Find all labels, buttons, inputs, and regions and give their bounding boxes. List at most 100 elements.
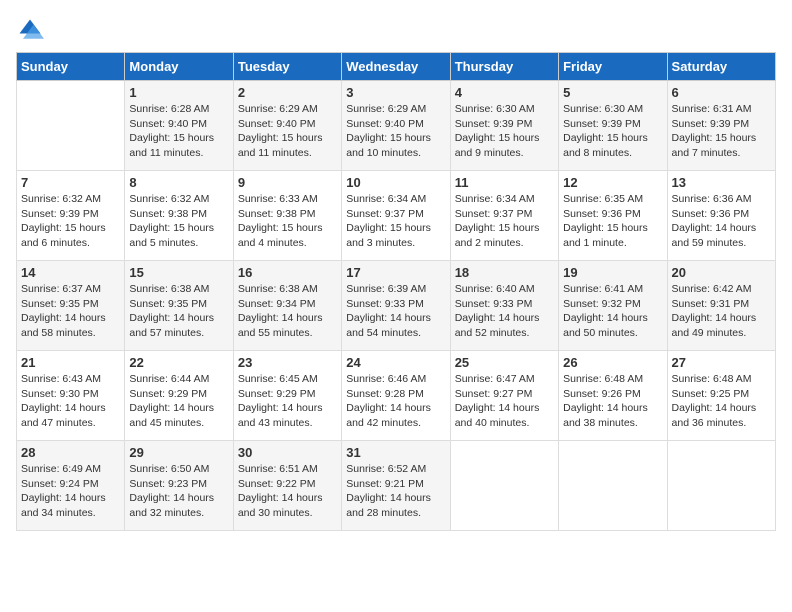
day-number: 30 bbox=[238, 445, 337, 460]
day-info: Sunrise: 6:37 AM Sunset: 9:35 PM Dayligh… bbox=[21, 282, 120, 341]
day-cell: 30Sunrise: 6:51 AM Sunset: 9:22 PM Dayli… bbox=[233, 441, 341, 531]
day-cell: 18 Sunrise: 6:40 AM Sunset: 9:33 PM Dayli… bbox=[450, 261, 558, 351]
day-number: 21 bbox=[21, 355, 120, 370]
day-cell: 28 Sunrise: 6:49 AM Sunset: 9:24 PM Dayli… bbox=[17, 441, 125, 531]
day-cell: 19 Sunrise: 6:41 AM Sunset: 9:32 PM Dayli… bbox=[559, 261, 667, 351]
day-number: 29 bbox=[129, 445, 228, 460]
day-info: Sunrise: 6:45 AM Sunset: 9:29 PM Dayligh… bbox=[238, 372, 337, 431]
day-number: 23 bbox=[238, 355, 337, 370]
day-info: Sunrise: 6:35 AM Sunset: 9:36 PM Dayligh… bbox=[563, 192, 662, 251]
day-info: Sunrise: 6:49 AM Sunset: 9:24 PM Dayligh… bbox=[21, 462, 120, 521]
day-cell bbox=[17, 81, 125, 171]
day-cell: 29 Sunrise: 6:50 AM Sunset: 9:23 PM Dayli… bbox=[125, 441, 233, 531]
calendar-body: 1 Sunrise: 6:28 AM Sunset: 9:40 PM Daylig… bbox=[17, 81, 776, 531]
day-number: 5 bbox=[563, 85, 662, 100]
day-cell: 6Sunrise: 6:31 AM Sunset: 9:39 PM Daylig… bbox=[667, 81, 775, 171]
day-cell: 8Sunrise: 6:32 AM Sunset: 9:38 PM Daylig… bbox=[125, 171, 233, 261]
day-info: Sunrise: 6:30 AM Sunset: 9:39 PM Dayligh… bbox=[455, 102, 554, 161]
day-cell: 14 Sunrise: 6:37 AM Sunset: 9:35 PM Dayli… bbox=[17, 261, 125, 351]
day-cell bbox=[667, 441, 775, 531]
week-row-1: 1 Sunrise: 6:28 AM Sunset: 9:40 PM Daylig… bbox=[17, 81, 776, 171]
day-number: 28 bbox=[21, 445, 120, 460]
day-number: 3 bbox=[346, 85, 445, 100]
day-cell bbox=[450, 441, 558, 531]
day-info: Sunrise: 6:32 AM Sunset: 9:39 PM Dayligh… bbox=[21, 192, 120, 251]
day-number: 24 bbox=[346, 355, 445, 370]
day-cell: 24 Sunrise: 6:46 AM Sunset: 9:28 PM Dayli… bbox=[342, 351, 450, 441]
day-info: Sunrise: 6:34 AM Sunset: 9:37 PM Dayligh… bbox=[455, 192, 554, 251]
day-cell: 20 Sunrise: 6:42 AM Sunset: 9:31 PM Dayli… bbox=[667, 261, 775, 351]
week-row-5: 28 Sunrise: 6:49 AM Sunset: 9:24 PM Dayli… bbox=[17, 441, 776, 531]
header-cell-tuesday: Tuesday bbox=[233, 53, 341, 81]
day-info: Sunrise: 6:40 AM Sunset: 9:33 PM Dayligh… bbox=[455, 282, 554, 341]
day-number: 15 bbox=[129, 265, 228, 280]
week-row-2: 7 Sunrise: 6:32 AM Sunset: 9:39 PM Daylig… bbox=[17, 171, 776, 261]
day-number: 27 bbox=[672, 355, 771, 370]
day-number: 22 bbox=[129, 355, 228, 370]
day-info: Sunrise: 6:46 AM Sunset: 9:28 PM Dayligh… bbox=[346, 372, 445, 431]
day-cell: 23 Sunrise: 6:45 AM Sunset: 9:29 PM Dayli… bbox=[233, 351, 341, 441]
day-info: Sunrise: 6:52 AM Sunset: 9:21 PM Dayligh… bbox=[346, 462, 445, 521]
day-number: 2 bbox=[238, 85, 337, 100]
day-number: 14 bbox=[21, 265, 120, 280]
day-info: Sunrise: 6:30 AM Sunset: 9:39 PM Dayligh… bbox=[563, 102, 662, 161]
day-info: Sunrise: 6:38 AM Sunset: 9:35 PM Dayligh… bbox=[129, 282, 228, 341]
day-cell: 27Sunrise: 6:48 AM Sunset: 9:25 PM Dayli… bbox=[667, 351, 775, 441]
day-number: 16 bbox=[238, 265, 337, 280]
day-cell: 15 Sunrise: 6:38 AM Sunset: 9:35 PM Dayli… bbox=[125, 261, 233, 351]
day-number: 12 bbox=[563, 175, 662, 190]
day-number: 13 bbox=[672, 175, 771, 190]
day-number: 18 bbox=[455, 265, 554, 280]
calendar-table: SundayMondayTuesdayWednesdayThursdayFrid… bbox=[16, 52, 776, 531]
day-info: Sunrise: 6:39 AM Sunset: 9:33 PM Dayligh… bbox=[346, 282, 445, 341]
calendar-header: SundayMondayTuesdayWednesdayThursdayFrid… bbox=[17, 53, 776, 81]
day-number: 20 bbox=[672, 265, 771, 280]
day-cell: 26Sunrise: 6:48 AM Sunset: 9:26 PM Dayli… bbox=[559, 351, 667, 441]
header-cell-friday: Friday bbox=[559, 53, 667, 81]
day-info: Sunrise: 6:34 AM Sunset: 9:37 PM Dayligh… bbox=[346, 192, 445, 251]
day-cell: 31 Sunrise: 6:52 AM Sunset: 9:21 PM Dayli… bbox=[342, 441, 450, 531]
day-info: Sunrise: 6:36 AM Sunset: 9:36 PM Dayligh… bbox=[672, 192, 771, 251]
day-number: 4 bbox=[455, 85, 554, 100]
day-number: 17 bbox=[346, 265, 445, 280]
day-cell: 10 Sunrise: 6:34 AM Sunset: 9:37 PM Dayli… bbox=[342, 171, 450, 261]
day-info: Sunrise: 6:43 AM Sunset: 9:30 PM Dayligh… bbox=[21, 372, 120, 431]
day-cell: 16 Sunrise: 6:38 AM Sunset: 9:34 PM Dayli… bbox=[233, 261, 341, 351]
day-number: 10 bbox=[346, 175, 445, 190]
day-number: 19 bbox=[563, 265, 662, 280]
day-number: 25 bbox=[455, 355, 554, 370]
day-cell: 4 Sunrise: 6:30 AM Sunset: 9:39 PM Daylig… bbox=[450, 81, 558, 171]
day-cell: 1 Sunrise: 6:28 AM Sunset: 9:40 PM Daylig… bbox=[125, 81, 233, 171]
day-cell: 7 Sunrise: 6:32 AM Sunset: 9:39 PM Daylig… bbox=[17, 171, 125, 261]
week-row-3: 14 Sunrise: 6:37 AM Sunset: 9:35 PM Dayli… bbox=[17, 261, 776, 351]
day-info: Sunrise: 6:44 AM Sunset: 9:29 PM Dayligh… bbox=[129, 372, 228, 431]
day-number: 11 bbox=[455, 175, 554, 190]
day-info: Sunrise: 6:28 AM Sunset: 9:40 PM Dayligh… bbox=[129, 102, 228, 161]
logo bbox=[16, 16, 48, 44]
header-cell-thursday: Thursday bbox=[450, 53, 558, 81]
week-row-4: 21 Sunrise: 6:43 AM Sunset: 9:30 PM Dayli… bbox=[17, 351, 776, 441]
day-cell: 22 Sunrise: 6:44 AM Sunset: 9:29 PM Dayli… bbox=[125, 351, 233, 441]
day-cell: 12 Sunrise: 6:35 AM Sunset: 9:36 PM Dayli… bbox=[559, 171, 667, 261]
header-cell-monday: Monday bbox=[125, 53, 233, 81]
day-info: Sunrise: 6:29 AM Sunset: 9:40 PM Dayligh… bbox=[238, 102, 337, 161]
day-number: 9 bbox=[238, 175, 337, 190]
day-number: 7 bbox=[21, 175, 120, 190]
day-cell: 11 Sunrise: 6:34 AM Sunset: 9:37 PM Dayli… bbox=[450, 171, 558, 261]
day-number: 6 bbox=[672, 85, 771, 100]
day-info: Sunrise: 6:42 AM Sunset: 9:31 PM Dayligh… bbox=[672, 282, 771, 341]
day-info: Sunrise: 6:38 AM Sunset: 9:34 PM Dayligh… bbox=[238, 282, 337, 341]
day-cell: 9Sunrise: 6:33 AM Sunset: 9:38 PM Daylig… bbox=[233, 171, 341, 261]
day-cell: 21 Sunrise: 6:43 AM Sunset: 9:30 PM Dayli… bbox=[17, 351, 125, 441]
day-cell: 2 Sunrise: 6:29 AM Sunset: 9:40 PM Daylig… bbox=[233, 81, 341, 171]
day-info: Sunrise: 6:41 AM Sunset: 9:32 PM Dayligh… bbox=[563, 282, 662, 341]
day-number: 1 bbox=[129, 85, 228, 100]
day-number: 31 bbox=[346, 445, 445, 460]
day-number: 8 bbox=[129, 175, 228, 190]
day-info: Sunrise: 6:48 AM Sunset: 9:26 PM Dayligh… bbox=[563, 372, 662, 431]
day-cell: 13 Sunrise: 6:36 AM Sunset: 9:36 PM Dayli… bbox=[667, 171, 775, 261]
header-row: SundayMondayTuesdayWednesdayThursdayFrid… bbox=[17, 53, 776, 81]
day-cell: 3Sunrise: 6:29 AM Sunset: 9:40 PM Daylig… bbox=[342, 81, 450, 171]
page-header bbox=[16, 16, 776, 44]
day-info: Sunrise: 6:50 AM Sunset: 9:23 PM Dayligh… bbox=[129, 462, 228, 521]
